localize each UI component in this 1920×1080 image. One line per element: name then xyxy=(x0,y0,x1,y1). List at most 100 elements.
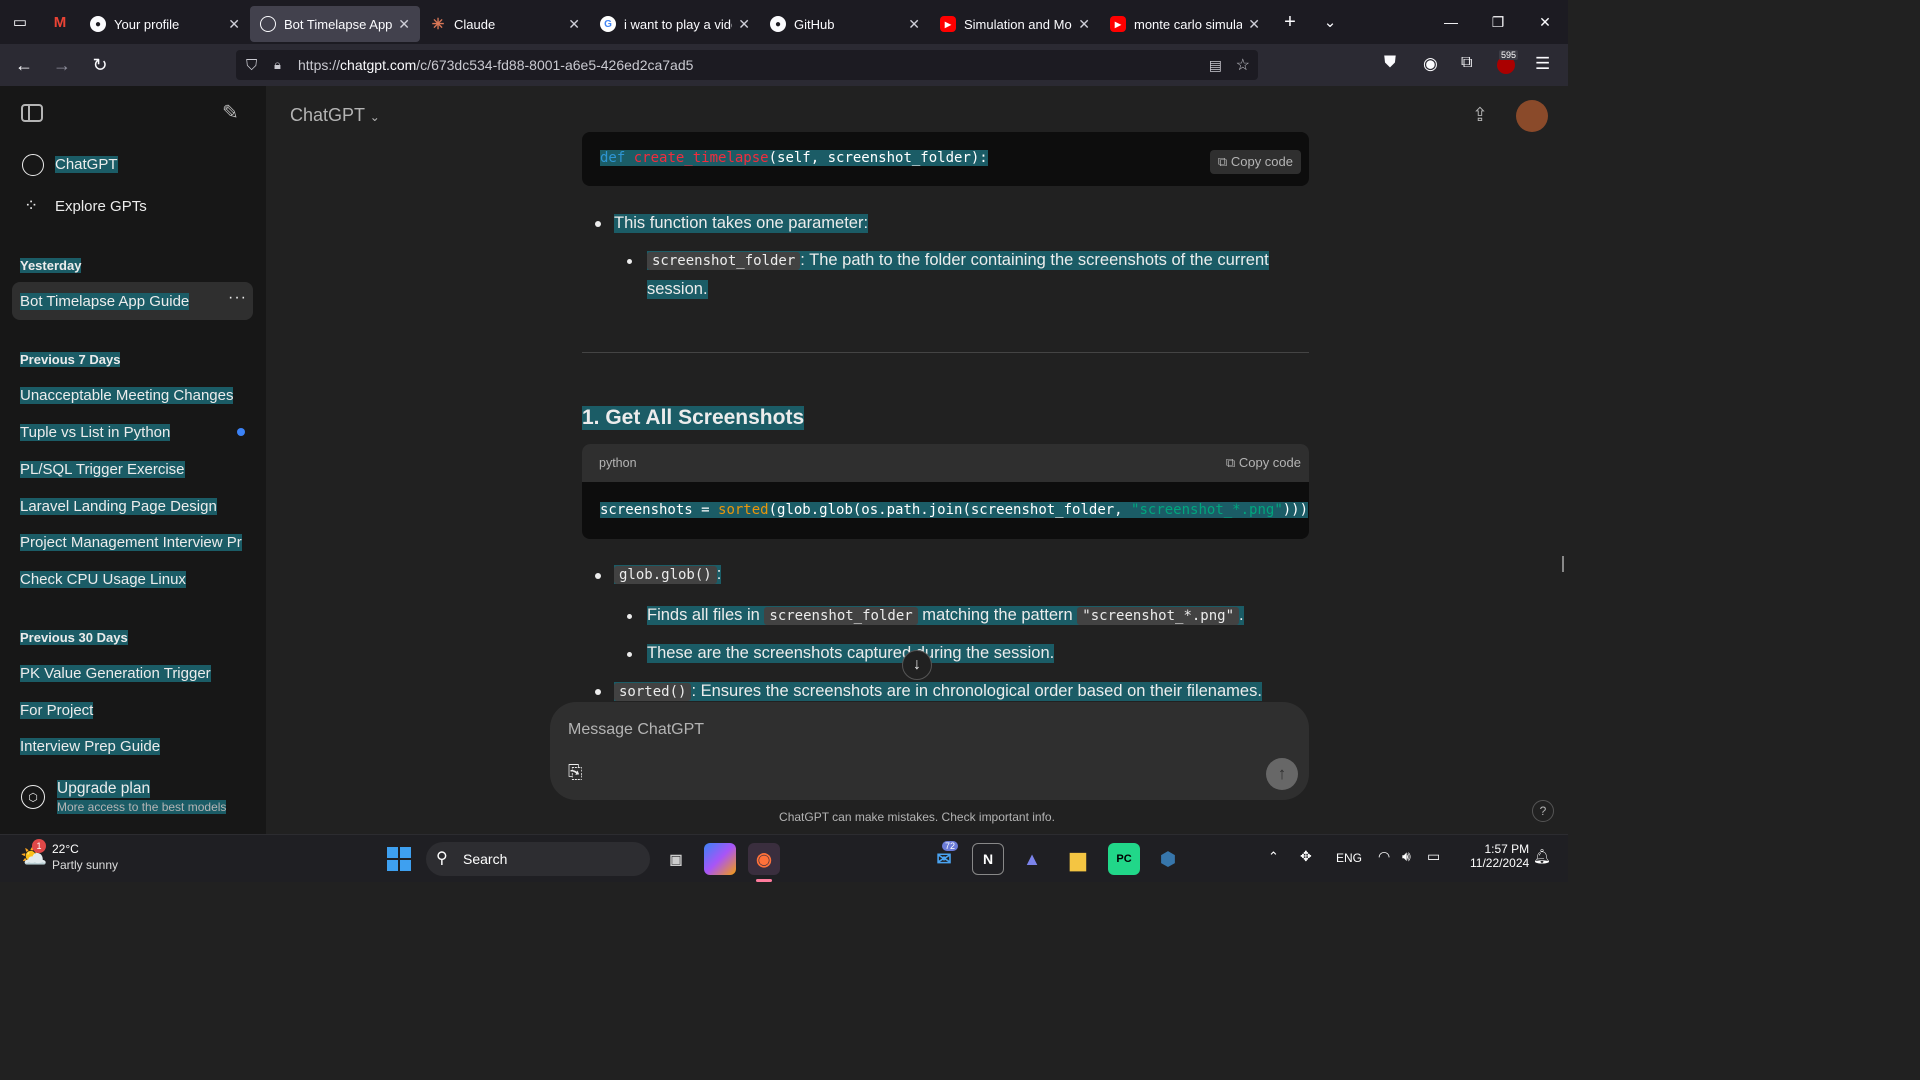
volume-icon[interactable]: 🔊︎ xyxy=(1402,848,1411,865)
model-selector[interactable]: ChatGPT ⌄ xyxy=(290,105,380,126)
sidebar-chat-item[interactable]: PK Value Generation Trigger xyxy=(20,665,211,682)
pocket-icon[interactable]: ⛊ xyxy=(1384,54,1396,72)
list-item: screenshot_folder: The path to the folde… xyxy=(647,251,1269,270)
copy-code-button[interactable]: ⧉ Copy code xyxy=(1209,150,1301,174)
window-close-icon[interactable]: ✕ xyxy=(1522,0,1568,44)
extensions-icon[interactable]: ⧉ xyxy=(1461,54,1472,72)
copilot-icon[interactable] xyxy=(704,843,736,875)
chat-sidebar: ✎ ChatGPT ⁘ Explore GPTs Yesterday Bot T… xyxy=(0,86,266,834)
gmail-pinned-tab-icon[interactable]: M xyxy=(40,0,80,44)
list-tabs-icon[interactable]: ⌄ xyxy=(1310,0,1350,44)
toggle-sidebar-icon[interactable] xyxy=(21,104,43,122)
list-item: Finds all files in screenshot_folder mat… xyxy=(647,606,1244,625)
taskbar-search[interactable]: ⚲ Search xyxy=(426,842,650,876)
tab-your-profile[interactable]: ● Your profile ✕ xyxy=(80,6,250,42)
show-hidden-icons[interactable]: ⌃ xyxy=(1268,849,1279,865)
close-tab-icon[interactable]: ✕ xyxy=(738,16,750,33)
tab-google-search[interactable]: G i want to play a vide ✕ xyxy=(590,6,760,42)
lock-icon[interactable]: 🔒︎ xyxy=(274,57,281,73)
unread-dot-icon xyxy=(237,428,245,436)
sidebar-item-explore-gpts[interactable]: Explore GPTs xyxy=(55,198,147,215)
windows-taskbar: ⛅ 1 22°C Partly sunny ⚲ Search ▣ ◉ ✉ 72 … xyxy=(0,834,1568,882)
close-tab-icon[interactable]: ✕ xyxy=(1078,16,1090,33)
close-tab-icon[interactable]: ✕ xyxy=(398,16,410,33)
close-tab-icon[interactable]: ✕ xyxy=(228,16,240,33)
clock-time: 1:57 PM xyxy=(1484,842,1530,856)
weather-desc: Partly sunny xyxy=(52,858,119,872)
language-indicator[interactable]: ENG xyxy=(1336,851,1362,865)
scroll-down-icon[interactable]: ↓ xyxy=(902,650,932,680)
firefox-icon[interactable]: ◉ xyxy=(748,843,780,875)
shield-icon[interactable]: ⛉ xyxy=(246,57,257,74)
notion-icon[interactable]: N xyxy=(972,843,1004,875)
tab-bot-timelapse[interactable]: Bot Timelapse App G ✕ xyxy=(250,6,420,42)
close-tab-icon[interactable]: ✕ xyxy=(568,16,580,33)
sidebar-chat-item[interactable]: Interview Prep Guide xyxy=(20,738,161,755)
share-icon[interactable]: ⇪ xyxy=(1472,104,1488,127)
battery-icon[interactable]: ▭ xyxy=(1427,848,1440,865)
help-button[interactable]: ? xyxy=(1532,800,1554,822)
dropbox-icon[interactable]: ✥ xyxy=(1300,848,1312,865)
minimize-icon[interactable]: — xyxy=(1428,0,1474,44)
account-icon[interactable]: ◉ xyxy=(1423,54,1438,74)
reader-view-icon[interactable]: ▤ xyxy=(1209,57,1222,74)
sidebar-chat-item[interactable]: PL/SQL Trigger Exercise xyxy=(20,461,185,478)
chatgpt-icon xyxy=(260,16,276,32)
back-icon[interactable]: ← xyxy=(6,49,42,81)
chatgpt-logo-icon xyxy=(22,154,44,176)
section-heading-previous-7-days: Previous 7 Days xyxy=(20,352,121,367)
pycharm-icon[interactable]: PC xyxy=(1108,843,1140,875)
sidebar-item-chatgpt[interactable]: ChatGPT xyxy=(55,156,118,173)
new-chat-icon[interactable]: ✎ xyxy=(222,100,239,125)
sidebar-chat-item[interactable]: For Project xyxy=(20,702,94,719)
restore-icon[interactable]: ❐ xyxy=(1475,0,1521,44)
url-text: https://chatgpt.com/c/673dc534-fd88-8001… xyxy=(298,57,694,73)
sidebar-chat-item[interactable]: Laravel Landing Page Design xyxy=(20,498,217,515)
send-button[interactable]: ↑ xyxy=(1266,758,1298,790)
clock[interactable]: 1:57 PM 11/22/2024 xyxy=(1470,842,1529,870)
task-view-icon[interactable]: ▣ xyxy=(660,843,692,875)
sidebar-chat-item[interactable]: Check CPU Usage Linux xyxy=(20,571,186,588)
explore-gpts-icon: ⁘ xyxy=(24,196,39,215)
teams-icon[interactable]: ▲ xyxy=(1016,843,1048,875)
scrollbar[interactable] xyxy=(1562,556,1564,572)
bullet xyxy=(627,259,632,264)
app-menu-icon[interactable]: ☰ xyxy=(1535,54,1550,74)
sidebar-chat-item[interactable]: Unacceptable Meeting Changes xyxy=(20,387,234,404)
reload-icon[interactable]: ↻ xyxy=(82,49,118,81)
list-item: sorted(): Ensures the screenshots are in… xyxy=(614,682,1262,701)
sidebar-chat-item[interactable]: Bot Timelapse App Guide xyxy=(20,293,190,310)
url-bar[interactable]: ⛉ 🔒︎ https://chatgpt.com/c/673dc534-fd88… xyxy=(236,50,1258,80)
message-input[interactable]: Message ChatGPT xyxy=(568,721,704,739)
upgrade-plan-button[interactable]: Upgrade plan xyxy=(57,780,151,798)
tab-overview-icon[interactable]: ▭ xyxy=(0,0,40,44)
bullet xyxy=(627,652,632,657)
tab-youtube-simulation[interactable]: ▶ Simulation and Mod ✕ xyxy=(930,6,1100,42)
paragraph: This function takes one parameter: xyxy=(614,214,869,233)
sidebar-chat-item[interactable]: Tuple vs List in Python xyxy=(20,424,171,441)
bullet xyxy=(595,689,601,695)
close-tab-icon[interactable]: ✕ xyxy=(1248,16,1260,33)
composer: Message ChatGPT ⎘ ↑ xyxy=(550,702,1309,800)
close-tab-icon[interactable]: ✕ xyxy=(908,16,920,33)
extension-badge: 595 xyxy=(1499,50,1519,60)
avatar[interactable] xyxy=(1516,100,1548,132)
weather-temp: 22°C xyxy=(52,842,79,856)
tab-youtube-monte-carlo[interactable]: ▶ monte carlo simulati ✕ xyxy=(1100,6,1270,42)
windows-start-icon[interactable] xyxy=(387,847,411,871)
wifi-icon[interactable]: ◠ xyxy=(1378,848,1390,865)
tab-github[interactable]: ● GitHub ✕ xyxy=(760,6,930,42)
python-icon[interactable]: ⬢ xyxy=(1152,843,1184,875)
chat-main: ChatGPT ⌄ ⇪ def create_timelapse(self, s… xyxy=(266,86,1568,834)
copy-code-button[interactable]: ⧉ Copy code xyxy=(1226,455,1301,471)
file-explorer-icon[interactable]: ▆ xyxy=(1062,843,1094,875)
sidebar-chat-item[interactable]: Project Management Interview Prep xyxy=(20,534,242,551)
bookmark-star-icon[interactable]: ☆ xyxy=(1236,55,1250,75)
copy-icon: ⧉ xyxy=(1217,154,1228,169)
attach-icon[interactable]: ⎘ xyxy=(568,762,582,783)
forward-icon[interactable]: → xyxy=(44,49,80,81)
more-options-icon[interactable]: ··· xyxy=(228,289,247,307)
notifications-icon[interactable]: 🔔︎ xyxy=(1533,848,1551,865)
tab-claude[interactable]: ✳ Claude ✕ xyxy=(420,6,590,42)
new-tab-icon[interactable]: + xyxy=(1270,0,1310,44)
